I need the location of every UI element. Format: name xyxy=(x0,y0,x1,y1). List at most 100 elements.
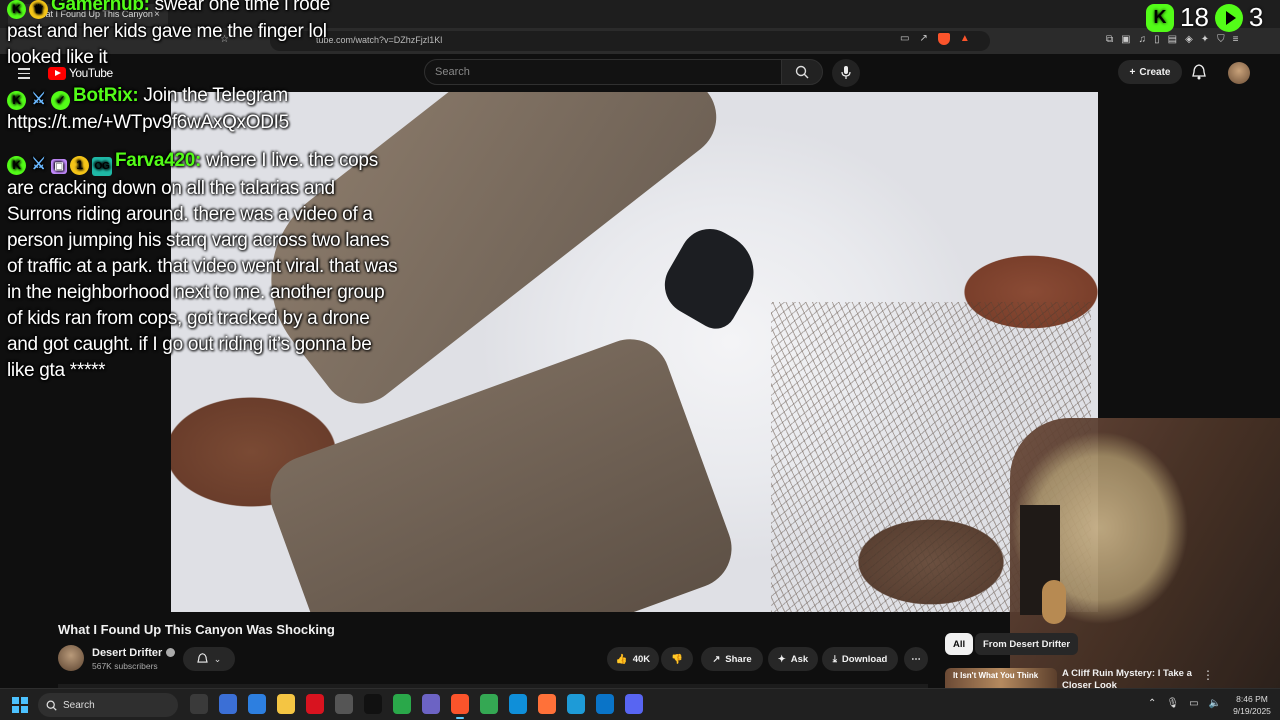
taskbar-app-app-green-icon[interactable] xyxy=(393,694,411,714)
channel-name[interactable]: Desert Drifter xyxy=(92,647,176,659)
download-label: Download xyxy=(841,653,888,665)
og-badge-icon: OG xyxy=(92,157,112,176)
menu-icon[interactable]: ≡ xyxy=(1233,34,1239,45)
extensions-icon[interactable]: ⧉ xyxy=(1106,34,1113,45)
search-input[interactable]: Search xyxy=(424,59,782,85)
taskbar-app-app-blue-icon[interactable] xyxy=(219,694,237,714)
taskbar-app-task-view-icon[interactable] xyxy=(190,694,208,714)
kick-icon: K xyxy=(1146,3,1174,32)
verified-badge-icon: ✓ xyxy=(51,91,70,110)
clock-time: 8:46 PM xyxy=(1236,694,1268,704)
recommendation-title[interactable]: A Cliff Ruin Mystery: I Take a Closer Lo… xyxy=(1062,668,1192,688)
share-page-icon[interactable]: ↗ xyxy=(919,33,927,45)
account-avatar[interactable] xyxy=(1228,62,1250,84)
kick-badge-icon: K xyxy=(7,91,26,110)
channel-avatar[interactable] xyxy=(58,645,84,671)
taskbar-app-edge-icon[interactable] xyxy=(509,694,527,714)
windows-taskbar: Search ⌃ 🎙 ▭ 🔈 8:46 PM 9/19/2025 xyxy=(0,688,1280,720)
screenshot-icon[interactable]: ▣ xyxy=(1121,34,1130,45)
display-tray-icon[interactable]: ▭ xyxy=(1189,698,1198,709)
recommendation-more-icon[interactable]: ⋮ xyxy=(1202,668,1214,682)
volume-icon[interactable]: 🔈 xyxy=(1209,698,1221,709)
kick-badge-icon: K xyxy=(7,0,26,19)
like-count: 40K xyxy=(632,653,651,665)
taskbar-app-app-r-icon[interactable] xyxy=(248,694,266,714)
tray-chevron-icon[interactable]: ⌃ xyxy=(1148,698,1156,709)
taskbar-app-netflix-icon[interactable] xyxy=(306,694,324,714)
search-button[interactable] xyxy=(781,59,823,85)
download-icon: ⤓ xyxy=(832,653,837,665)
sword-badge-icon: ⚔ xyxy=(31,91,46,108)
clock-date: 9/19/2025 xyxy=(1233,706,1271,716)
taskbar-search-label: Search xyxy=(63,699,95,711)
chat-username: Gamernub: xyxy=(51,0,150,15)
taskbar-app-brave-icon[interactable] xyxy=(451,694,469,719)
plus-icon: + xyxy=(1129,66,1136,78)
taskbar-app-firefox-icon[interactable] xyxy=(538,694,556,714)
sword-badge-icon: ⚔ xyxy=(31,156,46,173)
taskbar-app-file-explorer-icon[interactable] xyxy=(277,694,295,714)
sidebar-icon[interactable]: ▯ xyxy=(1154,34,1160,45)
notification-settings-button[interactable]: ⌄ xyxy=(183,647,235,671)
wallet-icon[interactable]: ▤ xyxy=(1168,34,1177,45)
chip-from-channel[interactable]: From Desert Drifter xyxy=(975,633,1079,655)
notifications-bell-icon[interactable] xyxy=(1192,64,1206,80)
vpn-icon[interactable]: ◈ xyxy=(1185,34,1193,45)
bell-icon xyxy=(196,653,208,663)
taskbar-app-vscode-icon[interactable] xyxy=(596,694,614,714)
second-count: 3 xyxy=(1248,2,1264,32)
recommendation-thumbnail[interactable]: It Isn't What You Think xyxy=(945,668,1057,688)
search-icon xyxy=(46,700,57,711)
subscriber-count: 567K subscribers xyxy=(92,661,158,671)
taskbar-app-chrome-icon[interactable] xyxy=(480,694,498,714)
brave-shield-icon[interactable] xyxy=(937,33,950,45)
brave-rewards-icon[interactable]: ▲ xyxy=(960,33,970,45)
taskbar-app-app-loop-icon[interactable] xyxy=(567,694,585,714)
more-actions-button[interactable]: ⋯ xyxy=(904,647,928,671)
taskbar-app-capcut-icon[interactable] xyxy=(364,694,382,714)
shield-outline-icon[interactable]: ⛉ xyxy=(1217,34,1225,45)
like-button[interactable]: 👍 40K xyxy=(607,647,659,671)
taskbar-search[interactable]: Search xyxy=(38,693,178,717)
chip-all[interactable]: All xyxy=(945,633,974,655)
windows-start-icon[interactable] xyxy=(12,697,28,713)
thumbs-down-icon: 👎 xyxy=(671,653,683,665)
download-button[interactable]: ⤓ Download xyxy=(822,647,898,671)
leo-icon[interactable]: ✦ xyxy=(1201,34,1209,45)
founder-badge-icon: 1 xyxy=(70,156,89,175)
viewer-count: 18 xyxy=(1180,2,1209,32)
dislike-button[interactable]: 👎 xyxy=(661,647,693,671)
search-icon xyxy=(795,65,809,79)
kick-badge-icon: K xyxy=(7,156,26,175)
cast-icon[interactable]: ▭ xyxy=(900,33,909,45)
share-icon: ↗ xyxy=(712,653,721,665)
create-button[interactable]: + Create xyxy=(1118,60,1182,84)
microphone-tray-icon[interactable]: 🎙 xyxy=(1166,698,1179,709)
voice-search-button[interactable] xyxy=(832,59,860,87)
crown-badge-icon: ♛ xyxy=(29,0,48,19)
taskbar-apps xyxy=(190,694,643,719)
ask-button[interactable]: ✦ Ask xyxy=(768,647,818,671)
system-tray: ⌃ 🎙 ▭ 🔈 xyxy=(1148,698,1221,709)
video-title: What I Found Up This Canyon Was Shocking xyxy=(58,622,335,637)
more-icon: ⋯ xyxy=(911,653,921,665)
media-icon[interactable]: ♫ xyxy=(1139,34,1147,45)
chat-text: where I live. the cops are cracking down… xyxy=(7,150,398,381)
taskbar-app-discord-app-icon[interactable] xyxy=(422,694,440,714)
create-label: Create xyxy=(1139,66,1171,78)
video-frame-boot xyxy=(653,218,769,336)
play-count-icon xyxy=(1214,3,1243,32)
screen: What I Found Up This Canyon × ☆ tube.com… xyxy=(0,0,1280,720)
taskbar-app-app-clock-icon[interactable] xyxy=(335,694,353,714)
chat-text: Join the Telegram https://t.me/+WTpv9f6w… xyxy=(7,85,289,133)
chat-username: BotRix: xyxy=(73,85,139,106)
chat-overlay: K ♛ Gamernub: swear one time i rode past a… xyxy=(0,0,420,420)
taskbar-clock[interactable]: 8:46 PM 9/19/2025 xyxy=(1228,693,1276,717)
taskbar-app-discord-icon[interactable] xyxy=(625,694,643,714)
browser-extensions: ⧉ ▣ ♫ ▯ ▤ ◈ ✦ ⛉ ≡ xyxy=(1106,34,1239,45)
url-actions: ▭ ↗ ▲ xyxy=(900,33,970,45)
chat-message: K ♛ Gamernub: swear one time i rode past a… xyxy=(7,0,367,71)
microphone-icon xyxy=(841,66,851,79)
share-button[interactable]: ↗ Share xyxy=(701,647,763,671)
chevron-down-icon: ⌄ xyxy=(213,653,222,664)
